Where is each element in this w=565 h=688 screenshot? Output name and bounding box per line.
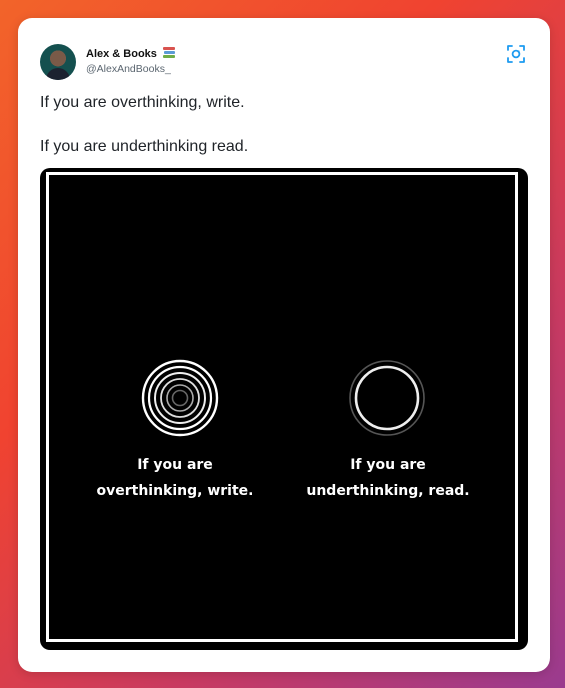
tweet-card: Alex & Books @AlexAndBooks_ If you are o… [18,18,550,672]
avatar[interactable] [40,44,76,80]
left-caption-line-2: overthinking, write. [96,483,254,499]
tweet-text-line-2: If you are underthinking read. [40,138,249,155]
concentric-circles-icon [141,359,219,437]
tweet-text-line-1: If you are overthinking, write. [40,94,245,111]
author-name-text: Alex & Books [86,48,157,60]
left-caption-line-1: If you are [137,457,213,473]
image-border [46,172,518,642]
single-circle-icon [349,360,425,436]
author-name[interactable]: Alex & Books [86,47,176,60]
right-caption-line-2: underthinking, read. [306,483,470,499]
right-caption-line-1: If you are [350,457,426,473]
tweet-image[interactable]: If you are overthinking, write. If you a… [40,168,528,650]
right-caption: If you are underthinking, read. [298,452,478,504]
books-emoji-icon [162,47,176,59]
grok-scan-icon[interactable] [506,44,526,64]
author-handle[interactable]: @AlexAndBooks_ [86,63,171,75]
left-caption: If you are overthinking, write. [85,452,265,504]
